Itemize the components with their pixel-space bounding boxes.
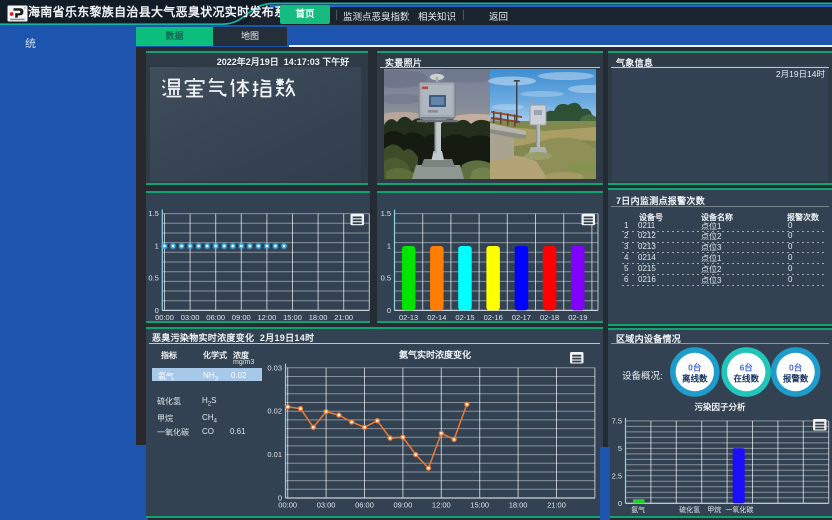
- svg-text:1: 1: [155, 241, 159, 250]
- svg-text:03:00: 03:00: [317, 501, 336, 510]
- svg-text:09:00: 09:00: [232, 313, 251, 322]
- svg-text:02-18: 02-18: [540, 313, 559, 322]
- svg-text:00:00: 00:00: [155, 313, 174, 322]
- svg-text:15:00: 15:00: [283, 313, 302, 322]
- svg-text:12:00: 12:00: [258, 313, 277, 322]
- svg-text:02-13: 02-13: [399, 313, 418, 322]
- svg-text:0.01: 0.01: [267, 450, 282, 459]
- svg-text:1.5: 1.5: [148, 209, 158, 218]
- svg-text:1: 1: [387, 241, 391, 250]
- svg-text:15:00: 15:00: [470, 501, 489, 510]
- svg-text:1.5: 1.5: [381, 209, 391, 218]
- svg-text:氨气实时浓度变化: 氨气实时浓度变化: [399, 349, 471, 360]
- svg-text:02-19: 02-19: [568, 313, 587, 322]
- svg-text:00:00: 00:00: [278, 501, 297, 510]
- svg-text:06:00: 06:00: [206, 313, 225, 322]
- svg-text:氨气: 氨气: [631, 505, 645, 514]
- svg-text:02-16: 02-16: [484, 313, 503, 322]
- svg-text:02-14: 02-14: [427, 313, 446, 322]
- svg-text:5: 5: [618, 444, 622, 453]
- svg-text:7.5: 7.5: [612, 416, 622, 425]
- svg-text:03:00: 03:00: [181, 313, 200, 322]
- svg-text:0.03: 0.03: [267, 363, 282, 372]
- svg-text:12:00: 12:00: [432, 501, 451, 510]
- svg-text:18:00: 18:00: [309, 313, 328, 322]
- svg-text:18:00: 18:00: [509, 501, 528, 510]
- svg-text:0.5: 0.5: [381, 274, 391, 283]
- svg-text:21:00: 21:00: [334, 313, 353, 322]
- svg-text:06:00: 06:00: [355, 501, 374, 510]
- svg-text:21:00: 21:00: [547, 501, 566, 510]
- svg-text:0.5: 0.5: [148, 274, 158, 283]
- svg-text:2.5: 2.5: [612, 471, 622, 480]
- svg-text:0: 0: [387, 306, 391, 315]
- svg-text:甲烷: 甲烷: [707, 505, 721, 514]
- svg-text:硫化氢: 硫化氢: [679, 505, 700, 514]
- svg-text:0: 0: [618, 499, 622, 508]
- svg-text:02-15: 02-15: [455, 313, 474, 322]
- svg-text:一氧化碳: 一氧化碳: [725, 505, 753, 514]
- svg-text:09:00: 09:00: [394, 501, 413, 510]
- svg-text:0.02: 0.02: [267, 407, 282, 416]
- svg-text:02-17: 02-17: [512, 313, 531, 322]
